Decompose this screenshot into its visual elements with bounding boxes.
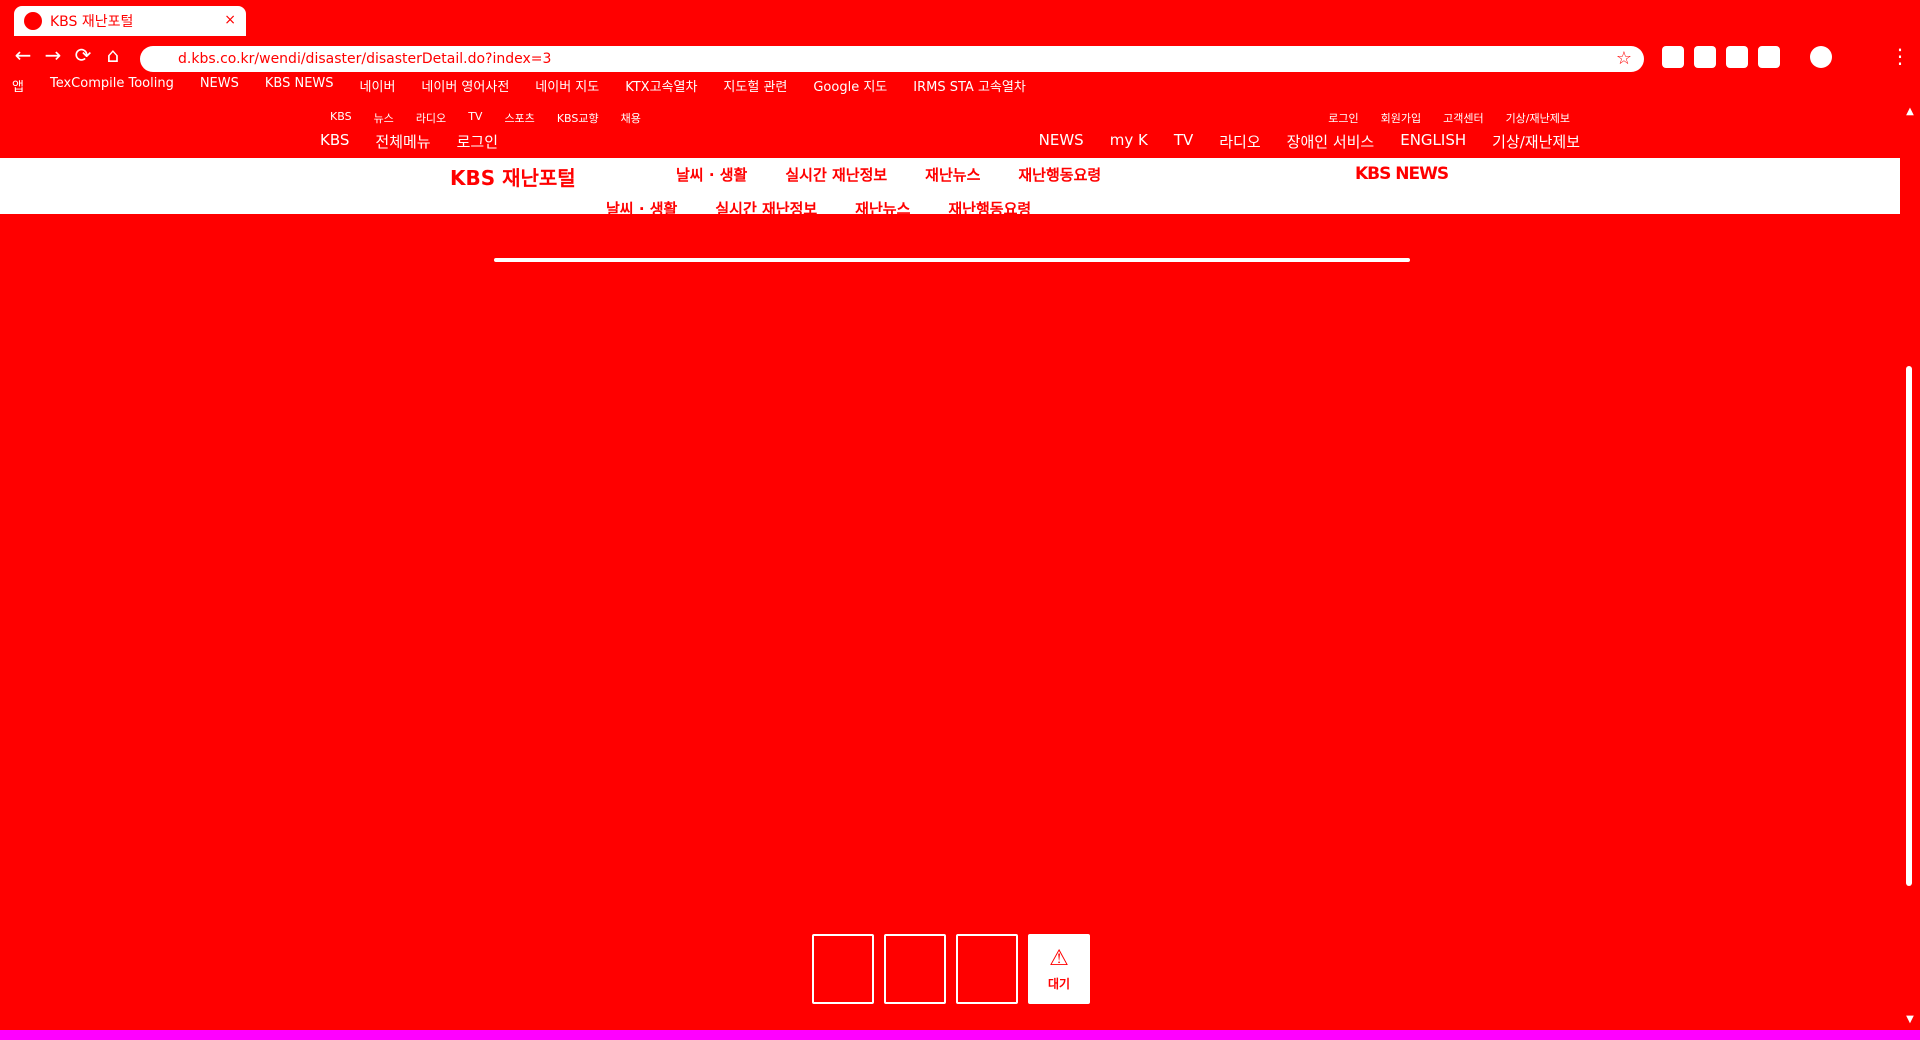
bookmark-item[interactable]: 네이버 영어사전 bbox=[421, 76, 509, 96]
util-link[interactable]: 기상/재난제보 bbox=[1506, 110, 1570, 128]
scroll-up-icon[interactable]: ▲ bbox=[1904, 106, 1916, 118]
global-nav-item[interactable]: 기상/재난제보 bbox=[1492, 131, 1580, 152]
category-thumb-label: 대기 bbox=[1047, 977, 1071, 991]
util-link[interactable]: 고객센터 bbox=[1443, 110, 1483, 128]
global-nav-item[interactable]: ENGLISH bbox=[1400, 131, 1466, 152]
global-nav-item[interactable]: TV bbox=[1174, 131, 1193, 152]
global-nav-item[interactable]: 장애인 서비스 bbox=[1287, 131, 1375, 152]
scroll-down-icon[interactable]: ▼ bbox=[1904, 1014, 1916, 1026]
home-icon[interactable]: ⌂ bbox=[102, 44, 124, 66]
extension-icon[interactable] bbox=[1662, 46, 1684, 68]
bookmark-item[interactable]: Google 지도 bbox=[813, 76, 887, 96]
global-nav-item[interactable]: KBS bbox=[320, 131, 349, 152]
kbs-news-logo[interactable]: KBS NEWS bbox=[1355, 164, 1449, 184]
util-link[interactable]: 스포츠 bbox=[504, 110, 534, 128]
category-thumb[interactable] bbox=[956, 934, 1018, 1004]
tab-close-icon[interactable]: × bbox=[224, 12, 236, 28]
util-link[interactable]: 뉴스 bbox=[374, 110, 394, 128]
vertical-scrollbar[interactable]: ▲ ▼ bbox=[1900, 102, 1920, 1030]
bookmark-star-icon[interactable]: ☆ bbox=[1616, 46, 1632, 72]
global-nav-item[interactable]: 라디오 bbox=[1219, 131, 1260, 152]
main-nav-item[interactable]: 날씨 · 생활 bbox=[606, 198, 677, 219]
global-nav-item[interactable]: NEWS bbox=[1039, 131, 1084, 152]
extension-icon[interactable] bbox=[1758, 46, 1780, 68]
util-link[interactable]: 로그인 bbox=[1328, 110, 1358, 128]
category-thumb[interactable] bbox=[884, 934, 946, 1004]
bookmark-item[interactable]: KBS NEWS bbox=[265, 76, 334, 96]
bookmark-item[interactable]: KTX고속열차 bbox=[625, 76, 697, 96]
category-thumb-air[interactable]: ⚠ 대기 bbox=[1028, 934, 1090, 1004]
content-divider bbox=[494, 258, 1410, 262]
reload-icon[interactable]: ⟳ bbox=[72, 44, 94, 66]
scrollbar-thumb[interactable] bbox=[1906, 366, 1912, 886]
main-nav-item[interactable]: 실시간 재난정보 bbox=[785, 164, 887, 185]
category-thumb[interactable] bbox=[812, 934, 874, 1004]
browser-tab[interactable]: KBS 재난포털 × bbox=[14, 6, 246, 36]
util-link[interactable]: 채용 bbox=[621, 110, 641, 128]
tab-title: KBS 재난포털 bbox=[50, 14, 134, 30]
air-warning-icon: ⚠ bbox=[1049, 946, 1069, 971]
bookmark-item[interactable]: 네이버 지도 bbox=[535, 76, 599, 96]
global-nav-item[interactable]: my K bbox=[1110, 131, 1148, 152]
address-url: d.kbs.co.kr/wendi/disaster/disasterDetai… bbox=[178, 51, 552, 67]
portal-logo[interactable]: KBS 재난포털 bbox=[450, 162, 576, 191]
global-nav: KBS 전체메뉴 로그인 NEWS my K TV 라디오 장애인 서비스 EN… bbox=[320, 130, 1580, 152]
main-nav-item[interactable]: 재난뉴스 bbox=[855, 198, 910, 219]
kbs-favicon-icon bbox=[24, 12, 42, 30]
profile-avatar-icon[interactable] bbox=[1810, 46, 1832, 68]
util-link[interactable]: 회원가입 bbox=[1381, 110, 1421, 128]
bookmarks-bar: 앱 TexCompile Tooling NEWS KBS NEWS 네이버 네… bbox=[12, 76, 1026, 96]
extension-icon[interactable] bbox=[1726, 46, 1748, 68]
category-thumbnails: ⚠ 대기 bbox=[812, 934, 1090, 1004]
util-link[interactable]: KBS교향 bbox=[557, 110, 599, 128]
page-content: KBS 뉴스 라디오 TV 스포츠 KBS교향 채용 로그인 회원가입 고객센터… bbox=[0, 102, 1900, 1030]
main-nav-item[interactable]: 재난행동요령 bbox=[948, 198, 1031, 219]
bookmark-item[interactable]: NEWS bbox=[200, 76, 239, 96]
browser-menu-icon[interactable]: ⋮ bbox=[1890, 44, 1910, 68]
main-nav-item[interactable]: 재난행동요령 bbox=[1018, 164, 1101, 185]
bookmark-item[interactable]: 지도헐 관련 bbox=[723, 76, 787, 96]
main-nav-duplicate: 날씨 · 생활 실시간 재난정보 재난뉴스 재난행동요령 bbox=[606, 198, 1031, 219]
bookmark-item[interactable]: 앱 bbox=[12, 76, 24, 96]
bookmark-item[interactable]: IRMS STA 고속열차 bbox=[913, 76, 1026, 96]
utility-bar: KBS 뉴스 라디오 TV 스포츠 KBS교향 채용 로그인 회원가입 고객센터… bbox=[330, 110, 1570, 128]
main-nav-item[interactable]: 재난뉴스 bbox=[925, 164, 980, 185]
global-nav-item[interactable]: 로그인 bbox=[457, 131, 498, 152]
extension-icon[interactable] bbox=[1694, 46, 1716, 68]
util-link[interactable]: KBS bbox=[330, 110, 352, 128]
util-link[interactable]: 라디오 bbox=[416, 110, 446, 128]
global-nav-item[interactable]: 전체메뉴 bbox=[375, 131, 430, 152]
address-bar[interactable]: d.kbs.co.kr/wendi/disaster/disasterDetai… bbox=[140, 46, 1644, 72]
util-link[interactable]: TV bbox=[468, 110, 482, 128]
bottom-strip bbox=[0, 1030, 1920, 1040]
main-nav-item[interactable]: 실시간 재난정보 bbox=[715, 198, 817, 219]
main-nav-item[interactable]: 날씨 · 생활 bbox=[676, 164, 747, 185]
back-arrow-icon[interactable]: ← bbox=[12, 44, 34, 66]
forward-arrow-icon[interactable]: → bbox=[42, 44, 64, 66]
bookmark-item[interactable]: 네이버 bbox=[360, 76, 396, 96]
main-nav: 날씨 · 생활 실시간 재난정보 재난뉴스 재난행동요령 bbox=[676, 164, 1101, 185]
bookmark-item[interactable]: TexCompile Tooling bbox=[50, 76, 174, 96]
